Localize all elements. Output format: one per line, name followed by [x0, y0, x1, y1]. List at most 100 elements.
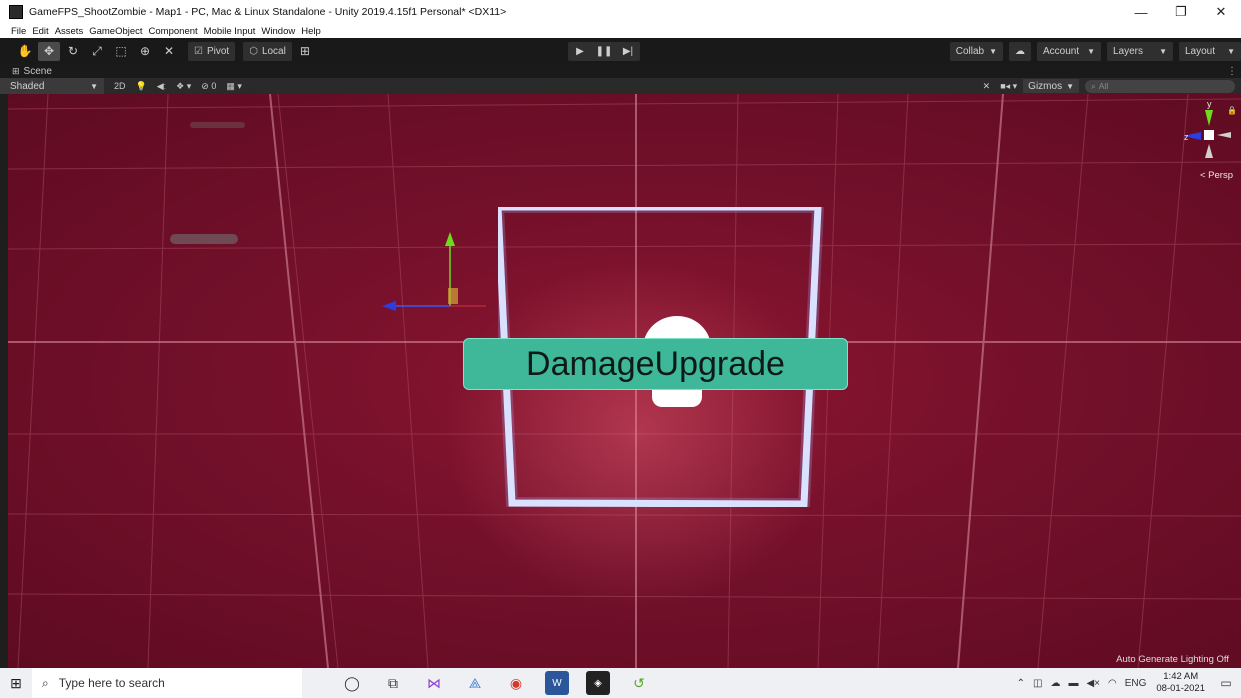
close-button[interactable]: ✕	[1201, 0, 1241, 24]
visual-studio-icon[interactable]: ⋈	[422, 671, 446, 695]
unity-icon[interactable]: ◈	[586, 671, 610, 695]
taskbar-search-input[interactable]: ⌕ Type here to search	[32, 668, 302, 698]
transform-tool-icon[interactable]: ⊕	[134, 42, 156, 61]
hidden-objects-toggle[interactable]: ⊘ 0	[201, 81, 216, 92]
object-name-label: DamageUpgrade	[463, 338, 848, 390]
rect-tool-icon[interactable]: ⬚	[110, 42, 132, 61]
chevron-down-icon: ▼	[1227, 47, 1235, 56]
cortana-icon[interactable]: ◯	[340, 671, 364, 695]
title-bar: GameFPS_ShootZombie - Map1 - PC, Mac & L…	[0, 0, 1241, 24]
account-dropdown[interactable]: Account ▼	[1037, 42, 1101, 61]
chevron-up-icon[interactable]: ⌃	[1017, 678, 1025, 689]
layers-label: Layers	[1113, 46, 1144, 57]
lock-icon[interactable]: 🔒	[1227, 106, 1237, 115]
effects-icon[interactable]: ❖ ▾	[176, 81, 191, 92]
maximize-button[interactable]: ❐	[1161, 0, 1201, 24]
sync-icon[interactable]: ↺	[627, 671, 651, 695]
menu-bar: File Edit Assets GameObject Component Mo…	[0, 24, 1241, 38]
clock-date: 08-01-2021	[1156, 683, 1205, 694]
mode-2d-toggle[interactable]: 2D	[114, 81, 126, 91]
menu-help[interactable]: Help	[301, 26, 321, 37]
main-toolbar: ✋ ✥ ↻ ⤢ ⬚ ⊕ ✕ ☑ Pivot ⬡ Local ⊞ ▶ ❚❚ ▶| …	[0, 38, 1241, 64]
menu-mobile-input[interactable]: Mobile Input	[204, 26, 256, 37]
tab-scene[interactable]: Scene	[24, 66, 52, 77]
taskbar-search-placeholder: Type here to search	[58, 676, 165, 690]
battery-icon[interactable]: ▬	[1068, 678, 1078, 689]
scene-tab-bar: ⊞ Scene ⋮	[0, 64, 1241, 78]
axis-label-z: z	[1184, 132, 1189, 142]
shading-mode-label: Shaded	[10, 80, 45, 92]
layout-dropdown[interactable]: Layout ▼	[1179, 42, 1241, 61]
tools-icon[interactable]: ✕	[983, 81, 991, 92]
minimize-button[interactable]: —	[1121, 0, 1161, 24]
scene-grid-icon: ⊞	[12, 65, 20, 76]
local-label: Local	[261, 45, 286, 57]
grid-icon[interactable]: ▦ ▾	[226, 81, 242, 92]
hand-tool-icon[interactable]: ✋	[14, 42, 36, 61]
windows-taskbar: ⊞ ⌕ Type here to search ◯ ⧉ ⋈ ⟁ ◉ W ◈ ↺ …	[0, 668, 1241, 698]
cloud-button[interactable]: ☁	[1009, 42, 1031, 61]
toolbar-right: Collab ▼ ☁ Account ▼ Layers ▼ Layout ▼	[944, 42, 1241, 61]
pause-icon[interactable]: ❚❚	[592, 42, 616, 61]
move-tool-icon[interactable]: ✥	[38, 41, 60, 61]
lighting-status: Auto Generate Lighting Off	[1116, 654, 1229, 665]
move-handle-gizmo[interactable]	[378, 226, 488, 322]
step-icon[interactable]: ▶|	[616, 42, 640, 61]
clock[interactable]: 1:42 AM 08-01-2021	[1156, 671, 1205, 695]
scene-search-input[interactable]: ⌕ All	[1085, 79, 1235, 93]
wifi-icon[interactable]: ◠	[1108, 678, 1117, 689]
layers-dropdown[interactable]: Layers ▼	[1107, 42, 1173, 61]
collab-button[interactable]: Collab ▼	[949, 42, 1003, 61]
camera-icon[interactable]: ■◂ ▾	[1000, 81, 1017, 92]
menu-edit[interactable]: Edit	[32, 26, 48, 37]
search-icon: ⌕	[1091, 80, 1096, 91]
gizmos-label: Gizmos	[1028, 80, 1063, 92]
unity-hub-icon[interactable]: ⟁	[463, 671, 487, 695]
word-icon[interactable]: W	[545, 671, 569, 695]
menu-window[interactable]: Window	[261, 26, 295, 37]
windows-start-icon[interactable]: ⊞	[0, 668, 32, 698]
chevron-down-icon: ▼	[1066, 81, 1074, 91]
hidden-count: 0	[211, 80, 217, 91]
task-view-icon[interactable]: ⧉	[381, 671, 405, 695]
chrome-icon[interactable]: ◉	[504, 671, 528, 695]
app-tray-icon[interactable]: ◫	[1033, 678, 1042, 689]
menu-component[interactable]: Component	[149, 26, 198, 37]
scale-tool-icon[interactable]: ⤢	[86, 42, 108, 61]
lighting-icon[interactable]: 💡	[136, 81, 147, 92]
grid-snap-icon[interactable]: ⊞	[294, 42, 316, 61]
projection-label[interactable]: < Persp	[1200, 170, 1233, 181]
volume-icon[interactable]: ◀×	[1086, 678, 1100, 689]
chevron-down-icon: ▼	[1159, 47, 1167, 56]
clock-time: 1:42 AM	[1163, 671, 1199, 682]
menu-file[interactable]: File	[11, 26, 26, 37]
local-toggle[interactable]: ⬡ Local	[243, 41, 292, 61]
chevron-down-icon: ▼	[989, 47, 997, 56]
pivot-toggle[interactable]: ☑ Pivot	[188, 41, 236, 61]
scene-viewport[interactable]: DamageUpgrade y z 🔒 < Persp Auto Generat…	[8, 94, 1241, 668]
scene-object-capsule[interactable]	[170, 234, 238, 244]
unity-app-icon	[9, 5, 23, 19]
search-icon: ⌕	[42, 675, 49, 690]
menu-gameobject[interactable]: GameObject	[89, 26, 142, 37]
play-icon[interactable]: ▶	[568, 42, 592, 61]
scene-object-capsule-far[interactable]	[190, 122, 245, 128]
gizmos-dropdown[interactable]: Gizmos ▼	[1023, 79, 1079, 93]
cloud-tray-icon[interactable]: ☁	[1050, 678, 1060, 689]
audio-icon[interactable]: ◀ː	[157, 81, 166, 92]
more-options-icon[interactable]: ⋮	[1227, 66, 1237, 77]
axis-label-y: y	[1207, 99, 1212, 109]
custom-tool-icon[interactable]: ✕	[158, 42, 180, 61]
pivot-icon: ☑	[194, 45, 203, 57]
window-controls: — ❐ ✕	[1121, 0, 1241, 24]
shading-mode-dropdown[interactable]: Shaded ▼	[0, 78, 104, 94]
menu-assets[interactable]: Assets	[55, 26, 84, 37]
notification-icon[interactable]: ▭	[1211, 668, 1241, 698]
scene-control-bar: Shaded ▼ 2D 💡 ◀ː ❖ ▾ ⊘ 0 ▦ ▾ ✕ ■◂ ▾ Gizm…	[0, 78, 1241, 94]
rotate-tool-icon[interactable]: ↻	[62, 42, 84, 61]
cloud-icon: ☁	[1015, 46, 1025, 57]
projection-text: Persp	[1208, 170, 1233, 181]
language-indicator[interactable]: ENG	[1125, 678, 1147, 689]
collab-label: Collab	[955, 46, 985, 57]
layout-label: Layout	[1185, 46, 1216, 57]
